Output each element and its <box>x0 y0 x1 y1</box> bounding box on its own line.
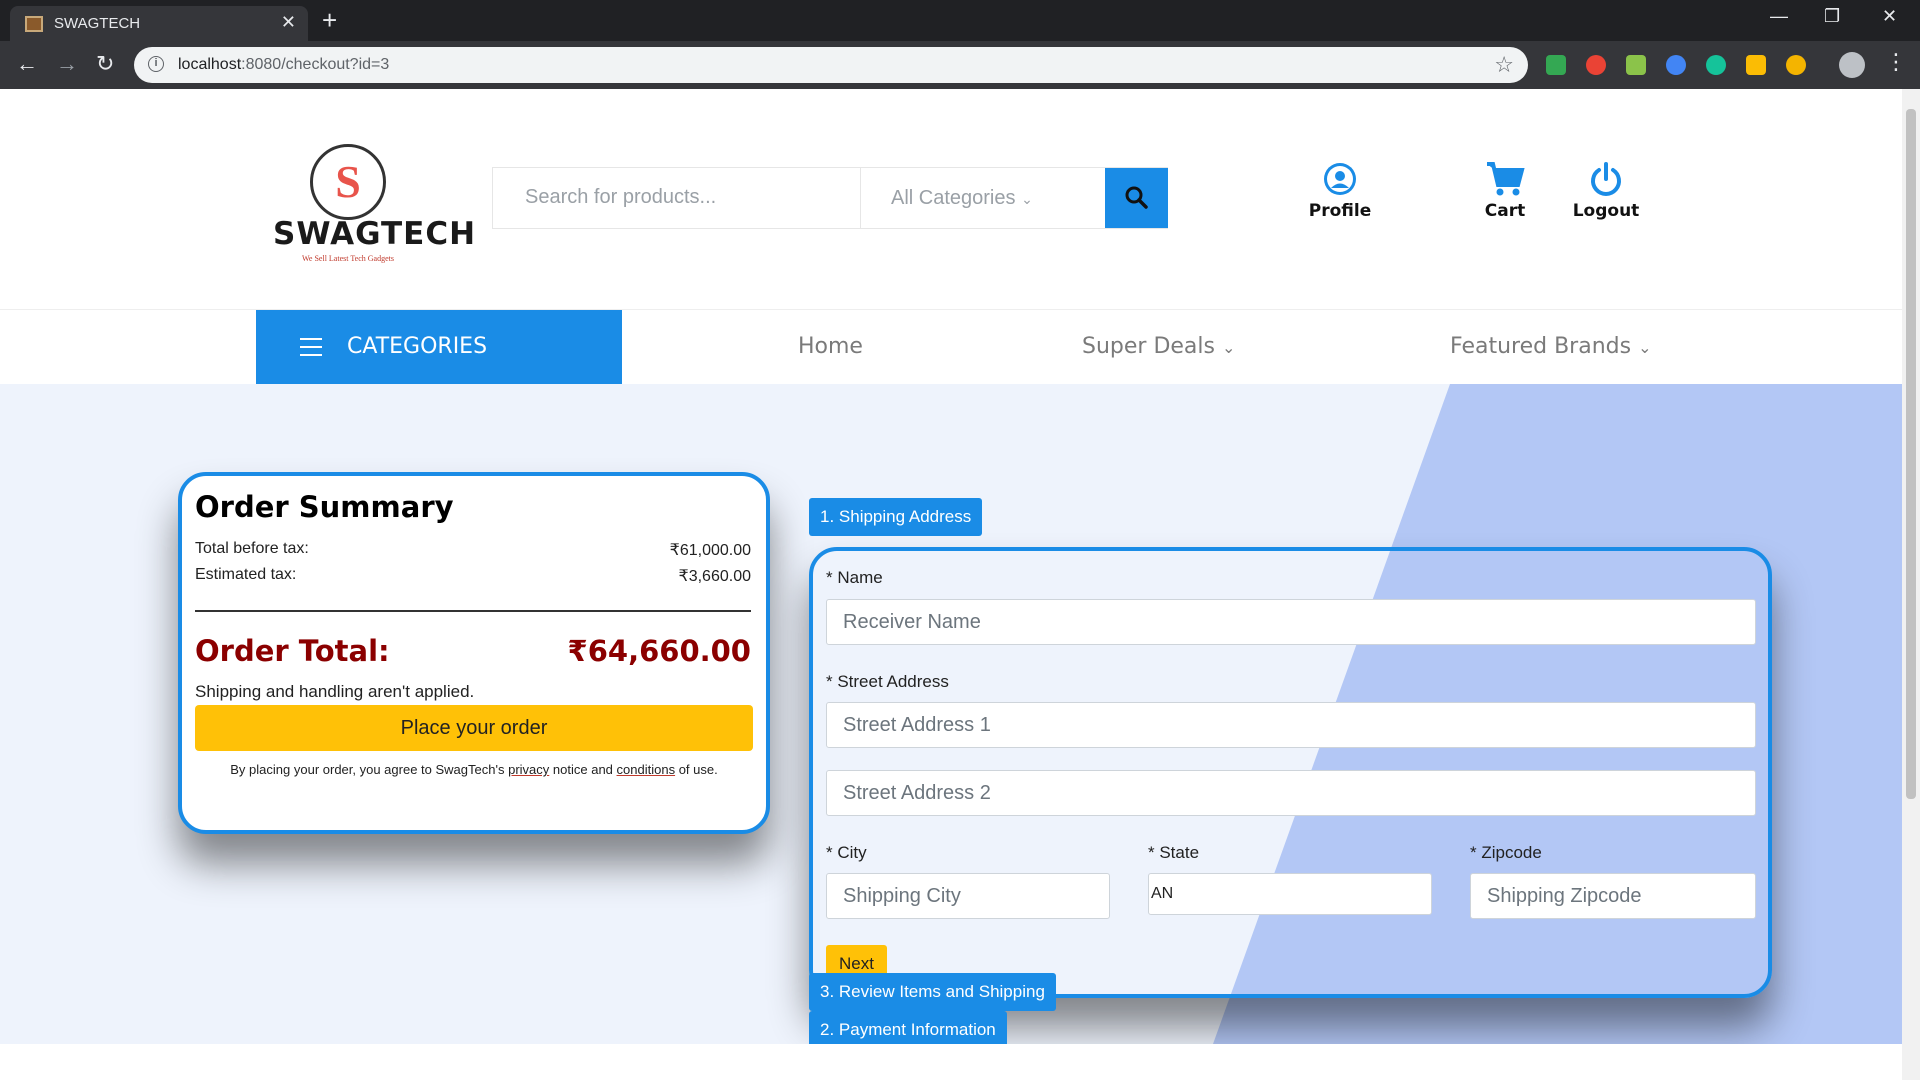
chevron-down-icon: ⌄ <box>1638 338 1652 357</box>
page: S SWAGTECH We Sell Latest Tech Gadgets S… <box>0 89 1902 1080</box>
order-total-value: ₹64,660.00 <box>567 634 751 668</box>
coin-extension-icon[interactable] <box>1786 55 1806 75</box>
city-input[interactable]: Shipping City <box>826 873 1110 919</box>
shipping-form: * Name Receiver Name * Street Address St… <box>809 547 1772 998</box>
order-summary-title: Order Summary <box>195 490 454 524</box>
bookmark-star-icon[interactable]: ☆ <box>1494 52 1514 78</box>
street1-input[interactable]: Street Address 1 <box>826 702 1756 748</box>
order-total-row: Order Total: ₹64,660.00 <box>195 634 751 668</box>
tab-title: SWAGTECH <box>54 15 141 32</box>
address-bar[interactable]: i localhost:8080/checkout?id=3 ☆ <box>134 47 1528 83</box>
city-label: * City <box>826 843 867 862</box>
before-tax-value: ₹61,000.00 <box>669 542 751 559</box>
back-arrow-icon[interactable]: ← <box>16 51 38 77</box>
profile-link[interactable]: Profile <box>1300 161 1380 221</box>
scrollbar-thumb[interactable] <box>1906 109 1916 799</box>
conditions-link[interactable]: conditions <box>617 762 676 777</box>
name-input[interactable]: Receiver Name <box>826 599 1756 645</box>
categories-label: CATEGORIES <box>347 334 488 359</box>
close-window-button[interactable]: ✕ <box>1882 6 1897 27</box>
privacy-link[interactable]: privacy <box>508 762 549 777</box>
tax-row: Estimated tax: ₹3,660.00 <box>195 566 751 585</box>
reload-icon[interactable]: ↻ <box>96 51 114 77</box>
url-text[interactable]: localhost:8080/checkout?id=3 <box>178 56 389 74</box>
grammarly-extension-icon[interactable] <box>1706 55 1726 75</box>
profile-label: Profile <box>1308 201 1372 221</box>
star-extension-icon[interactable] <box>1746 55 1766 75</box>
summary-divider <box>195 610 751 612</box>
search-icon <box>1125 186 1148 209</box>
logo-emblem: S <box>310 144 386 220</box>
tab-close-icon[interactable]: ✕ <box>281 12 296 33</box>
search-button[interactable] <box>1105 168 1168 228</box>
place-order-button[interactable]: Place your order <box>195 705 753 751</box>
name-label: * Name <box>826 568 883 587</box>
step-review-items[interactable]: 3. Review Items and Shipping <box>809 973 1056 1011</box>
chevron-down-icon: ⌄ <box>1021 191 1033 207</box>
shield-extension-icon[interactable] <box>1546 55 1566 75</box>
logout-link[interactable]: Logout <box>1568 161 1644 221</box>
cart-link[interactable]: Cart <box>1470 161 1540 221</box>
nav-home[interactable]: Home <box>798 334 863 359</box>
logo-s-mark: S <box>335 156 361 207</box>
cart-icon <box>1487 162 1525 196</box>
logo-tagline: We Sell Latest Tech Gadgets <box>302 254 394 263</box>
globe-extension-icon[interactable] <box>1666 55 1686 75</box>
mail-extension-icon[interactable] <box>1626 55 1646 75</box>
favicon-icon <box>25 16 43 32</box>
browser-tabbar: SWAGTECH ✕ + — ❐ ✕ <box>0 0 1920 41</box>
info-icon[interactable]: i <box>148 56 164 72</box>
step-payment-information[interactable]: 2. Payment Information <box>809 1011 1007 1044</box>
profile-icon <box>1324 163 1356 195</box>
page-scrollbar[interactable] <box>1902 89 1920 1080</box>
category-select[interactable]: All Categories ⌄ <box>891 187 1033 210</box>
order-summary-card: Order Summary Total before tax: ₹61,000.… <box>178 472 770 834</box>
state-select[interactable]: AN <box>1148 873 1432 915</box>
search-bar: Search for products... All Categories ⌄ <box>492 167 1168 229</box>
zipcode-label: * Zipcode <box>1470 843 1542 862</box>
step-shipping-address[interactable]: 1. Shipping Address <box>809 498 983 536</box>
cart-label: Cart <box>1484 201 1526 221</box>
yab-extension-icon[interactable] <box>1586 55 1606 75</box>
logout-label: Logout <box>1572 201 1640 221</box>
nav-super-deals[interactable]: Super Deals ⌄ <box>1082 334 1235 359</box>
forward-arrow-icon[interactable]: → <box>56 51 78 77</box>
power-icon <box>1591 162 1621 196</box>
hamburger-icon <box>300 338 322 356</box>
before-tax-row: Total before tax: ₹61,000.00 <box>195 540 751 559</box>
legal-notice: By placing your order, you agree to Swag… <box>230 762 718 777</box>
street-label: * Street Address <box>826 672 949 691</box>
logo-text: SWAGTECH <box>273 216 477 252</box>
shipping-note: Shipping and handling aren't applied. <box>195 682 475 701</box>
browser-toolbar: ← → ↻ i localhost:8080/checkout?id=3 ☆ ⋮ <box>0 41 1920 89</box>
zipcode-input[interactable]: Shipping Zipcode <box>1470 873 1756 919</box>
state-label: * State <box>1148 843 1200 862</box>
tax-value: ₹3,660.00 <box>678 568 751 585</box>
browser-tab[interactable]: SWAGTECH ✕ <box>10 6 308 41</box>
new-tab-button[interactable]: + <box>322 5 337 36</box>
search-divider <box>860 168 861 228</box>
site-logo[interactable]: S SWAGTECH We Sell Latest Tech Gadgets <box>273 144 477 274</box>
checkout-content: Order Summary Total before tax: ₹61,000.… <box>0 384 1902 1044</box>
search-input[interactable]: Search for products... <box>525 186 716 209</box>
page-footer-gap <box>0 1044 1902 1080</box>
street2-input[interactable]: Street Address 2 <box>826 770 1756 816</box>
browser-profile-icon[interactable] <box>1839 52 1865 78</box>
nav-featured-brands[interactable]: Featured Brands ⌄ <box>1450 334 1652 359</box>
restore-button[interactable]: ❐ <box>1824 6 1840 27</box>
minimize-button[interactable]: — <box>1770 6 1788 27</box>
categories-button[interactable]: CATEGORIES <box>256 310 622 385</box>
chevron-down-icon: ⌄ <box>1221 338 1236 357</box>
main-navbar: CATEGORIES Home Super Deals ⌄ Featured B… <box>0 309 1902 385</box>
browser-menu-icon[interactable]: ⋮ <box>1885 49 1907 75</box>
